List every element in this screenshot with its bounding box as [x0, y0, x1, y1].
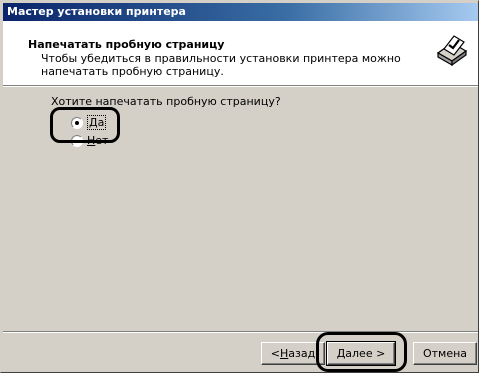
footer-separator — [3, 331, 478, 333]
radio-yes[interactable] — [71, 116, 83, 129]
printer-check-icon — [435, 32, 469, 67]
back-button[interactable]: < Назад — [261, 342, 325, 365]
radio-option-yes[interactable]: Да — [71, 115, 107, 130]
radio-yes-label[interactable]: Да — [87, 115, 107, 130]
radio-option-no[interactable]: Нет — [71, 134, 108, 147]
header-subtitle: Чтобы убедиться в правильности установки… — [41, 52, 401, 78]
header-title: Напечатать пробную страницу — [28, 38, 225, 51]
radio-no-label[interactable]: Нет — [87, 134, 108, 147]
question-label: Хотите напечатать пробную страницу? — [51, 95, 281, 108]
wizard-header: Напечатать пробную страницу Чтобы убедит… — [3, 21, 478, 85]
cancel-button[interactable]: Отмена — [413, 342, 477, 365]
wizard-content: Хотите напечатать пробную страницу? Да Н… — [3, 87, 478, 327]
title-bar: Мастер установки принтера — [3, 3, 478, 21]
window-title: Мастер установки принтера — [7, 5, 186, 18]
radio-no[interactable] — [71, 134, 83, 147]
next-button[interactable]: Далее > — [326, 341, 396, 366]
wizard-window: Мастер установки принтера Напечатать про… — [0, 0, 479, 373]
